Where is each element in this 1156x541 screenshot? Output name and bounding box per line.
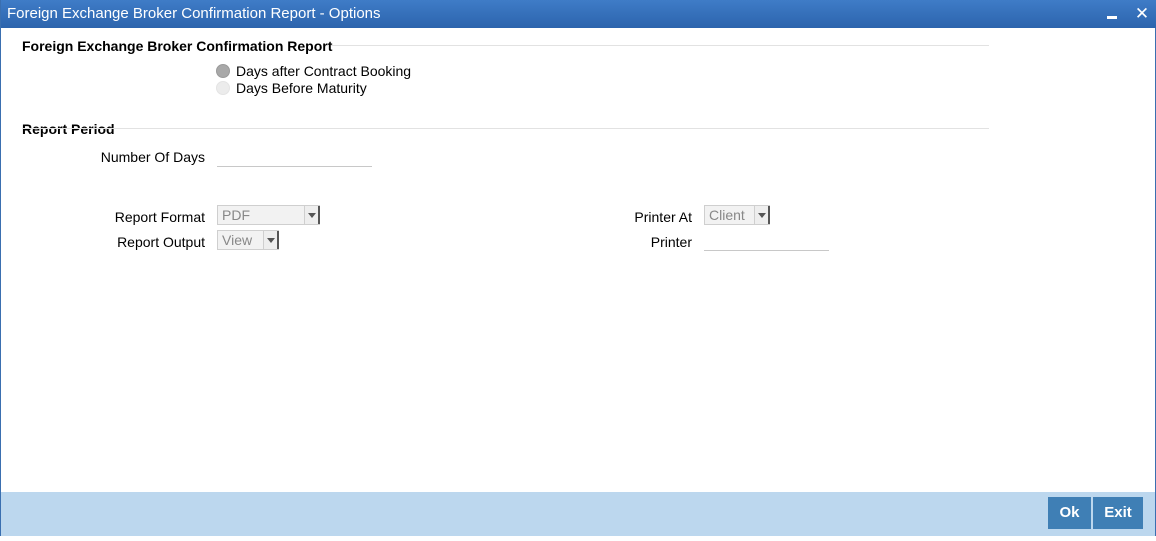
number-of-days-input[interactable] [217, 145, 372, 167]
radio-days-after-contract-booking[interactable]: Days after Contract Booking [216, 62, 411, 79]
report-format-value: PDF [222, 207, 250, 223]
report-output-select[interactable]: View [217, 230, 279, 250]
section-divider [331, 45, 989, 46]
section-title-report: Foreign Exchange Broker Confirmation Rep… [22, 38, 333, 54]
report-format-select[interactable]: PDF [217, 205, 320, 225]
number-of-days-label: Number Of Days [100, 149, 205, 165]
exit-button[interactable]: Exit [1093, 497, 1143, 529]
printer-label: Printer [650, 234, 692, 250]
radio-days-before-maturity[interactable]: Days Before Maturity [216, 79, 367, 96]
footer-bar: Ok Exit [1, 492, 1155, 536]
chevron-down-icon[interactable] [304, 206, 320, 224]
section-divider [22, 128, 989, 129]
printer-at-value: Client [709, 207, 745, 223]
chevron-down-icon[interactable] [263, 231, 279, 249]
ok-button[interactable]: Ok [1048, 497, 1091, 529]
printer-at-select[interactable]: Client [704, 205, 770, 225]
radio-label: Days after Contract Booking [236, 62, 412, 79]
report-output-value: View [222, 232, 253, 248]
minimize-icon[interactable] [1101, 3, 1123, 25]
report-options-window: Foreign Exchange Broker Confirmation Rep… [0, 0, 1156, 536]
chevron-down-icon[interactable] [754, 206, 770, 224]
section-title-report-period: Report Period [22, 121, 115, 137]
radio-button-checked[interactable] [216, 63, 230, 78]
radio-label: Days Before Maturity [236, 79, 367, 96]
radio-button-unchecked[interactable] [216, 80, 230, 95]
printer-at-label: Printer At [634, 209, 692, 225]
title-bar: Foreign Exchange Broker Confirmation Rep… [1, 0, 1156, 28]
close-icon[interactable]: ✕ [1131, 3, 1153, 25]
report-format-label: Report Format [114, 209, 205, 225]
window-title: Foreign Exchange Broker Confirmation Rep… [7, 5, 381, 22]
report-output-label: Report Output [117, 234, 205, 250]
printer-input[interactable] [704, 229, 829, 251]
